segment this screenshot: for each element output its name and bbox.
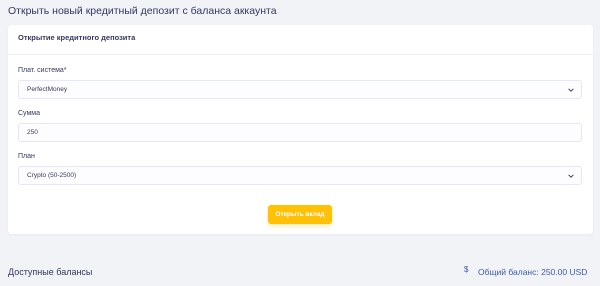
chevron-down-icon: [568, 88, 574, 92]
payment-system-value: PerfectMoney: [27, 86, 68, 93]
plan-label: План: [18, 153, 35, 160]
total-balance: Общий баланс: 250.00 USD: [478, 267, 588, 277]
plan-select[interactable]: Crypto (50-2500): [18, 166, 582, 185]
available-balances-title: Доступные балансы: [8, 267, 93, 277]
payment-system-label: Плат. система*: [18, 67, 67, 74]
page-title: Открыть новый кредитный депозит с баланс…: [8, 5, 277, 17]
amount-label: Сумма: [18, 110, 40, 117]
dollar-icon: $: [464, 265, 469, 274]
payment-system-select[interactable]: PerfectMoney: [18, 80, 582, 99]
open-deposit-button[interactable]: Открыть вклад: [268, 205, 332, 224]
deposit-card: Открытие кредитного депозита Плат. систе…: [8, 25, 593, 234]
chevron-down-icon: [568, 174, 574, 178]
amount-input[interactable]: 250: [18, 123, 582, 142]
card-header: Открытие кредитного депозита: [8, 25, 593, 55]
amount-value: 250: [27, 129, 38, 136]
plan-value: Crypto (50-2500): [27, 172, 77, 179]
